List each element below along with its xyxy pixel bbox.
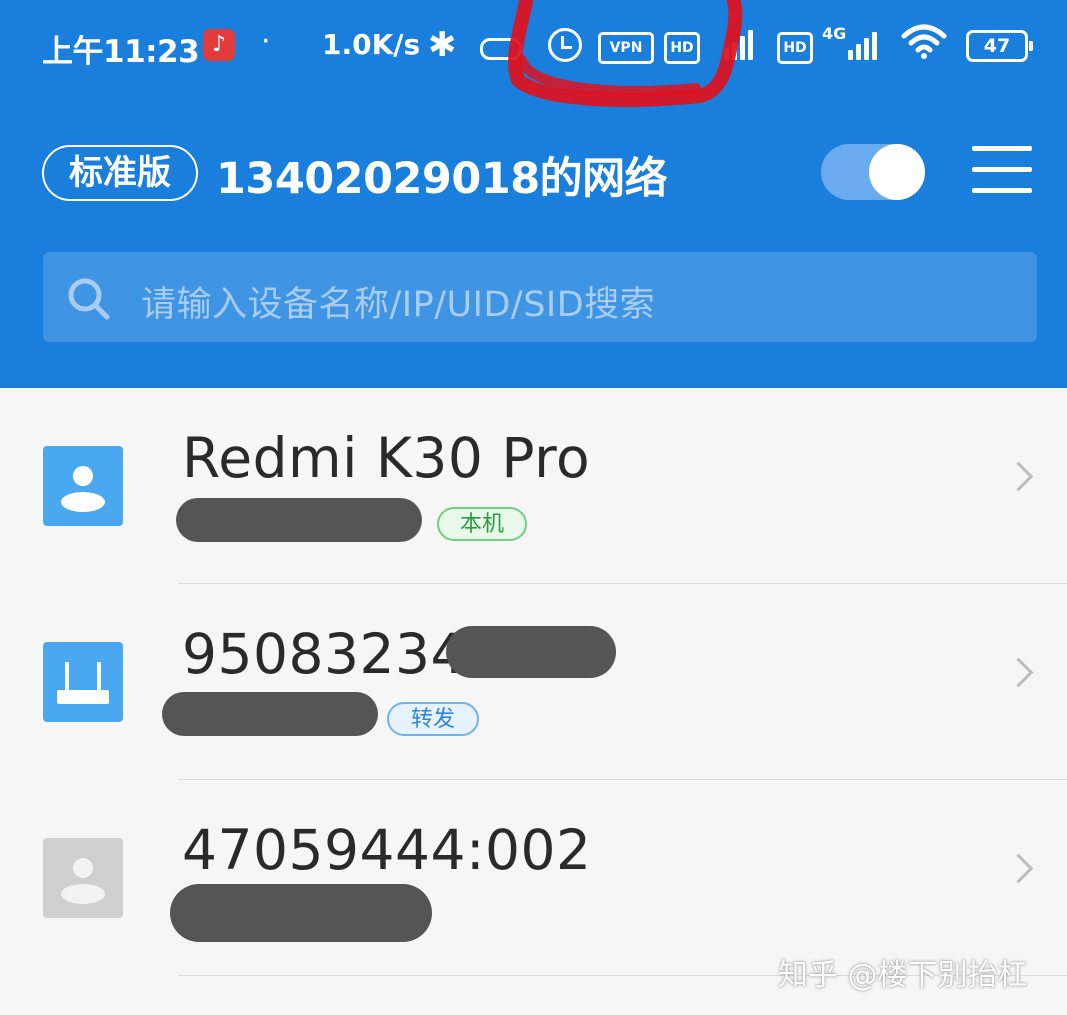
hamburger-menu-icon[interactable]: [972, 146, 1032, 194]
search-icon: [68, 278, 110, 320]
net-speed: 1.0K/s: [322, 28, 421, 61]
chevron-right-icon[interactable]: [1003, 853, 1034, 884]
user-icon: [43, 838, 123, 918]
network-title[interactable]: 13402029018的网络: [216, 144, 668, 206]
device-name: 95083234: [182, 622, 466, 686]
search-placeholder: 请输入设备名称/IP/UID/SID搜索: [141, 285, 656, 325]
redacted-info: [162, 692, 378, 736]
device-name: Redmi K30 Pro: [182, 426, 591, 490]
netease-music-icon: ♪: [203, 29, 235, 61]
hd-icon-2: HD: [777, 32, 813, 64]
bluetooth-icon: ✱: [428, 25, 457, 65]
redacted-info: [176, 498, 422, 542]
battery-icon: 47: [966, 30, 1033, 62]
edition-badge[interactable]: 标准版: [42, 145, 198, 201]
toggle-knob: [869, 144, 925, 200]
redacted-info: [170, 884, 432, 942]
signal-icon-2: [848, 30, 877, 60]
redacted-info: [446, 626, 616, 678]
status-bar: 上午11:23 ♪ · 1.0K/s ✱ VPN HD HD 4G 47: [0, 0, 1067, 107]
device-list: Redmi K30 Pro 本机 95083234 转发 47059444:00…: [0, 388, 1067, 1015]
device-name: 47059444:002: [182, 818, 592, 882]
device-row[interactable]: Redmi K30 Pro 本机: [0, 388, 1067, 584]
search-input[interactable]: 请输入设备名称/IP/UID/SID搜索: [43, 252, 1037, 342]
relay-tag: 转发: [387, 702, 479, 736]
watermark: 知乎 @楼下别抬杠: [778, 958, 1028, 993]
router-icon: [43, 642, 123, 722]
device-row[interactable]: 47059444:002: [0, 780, 1067, 976]
chevron-right-icon[interactable]: [1003, 657, 1034, 688]
local-device-tag: 本机: [437, 507, 527, 541]
network-type: 4G: [822, 24, 847, 43]
chevron-right-icon[interactable]: [1003, 461, 1034, 492]
user-icon: [43, 446, 123, 526]
status-dot: ·: [261, 24, 271, 59]
device-row[interactable]: 95083234 转发: [0, 584, 1067, 780]
app-header: 上午11:23 ♪ · 1.0K/s ✱ VPN HD HD 4G 47 标准版…: [0, 0, 1067, 388]
annotation-scribble: [508, 0, 743, 107]
status-time: 上午11:23: [42, 34, 200, 70]
wifi-icon: [900, 22, 948, 69]
network-toggle[interactable]: [821, 144, 925, 200]
